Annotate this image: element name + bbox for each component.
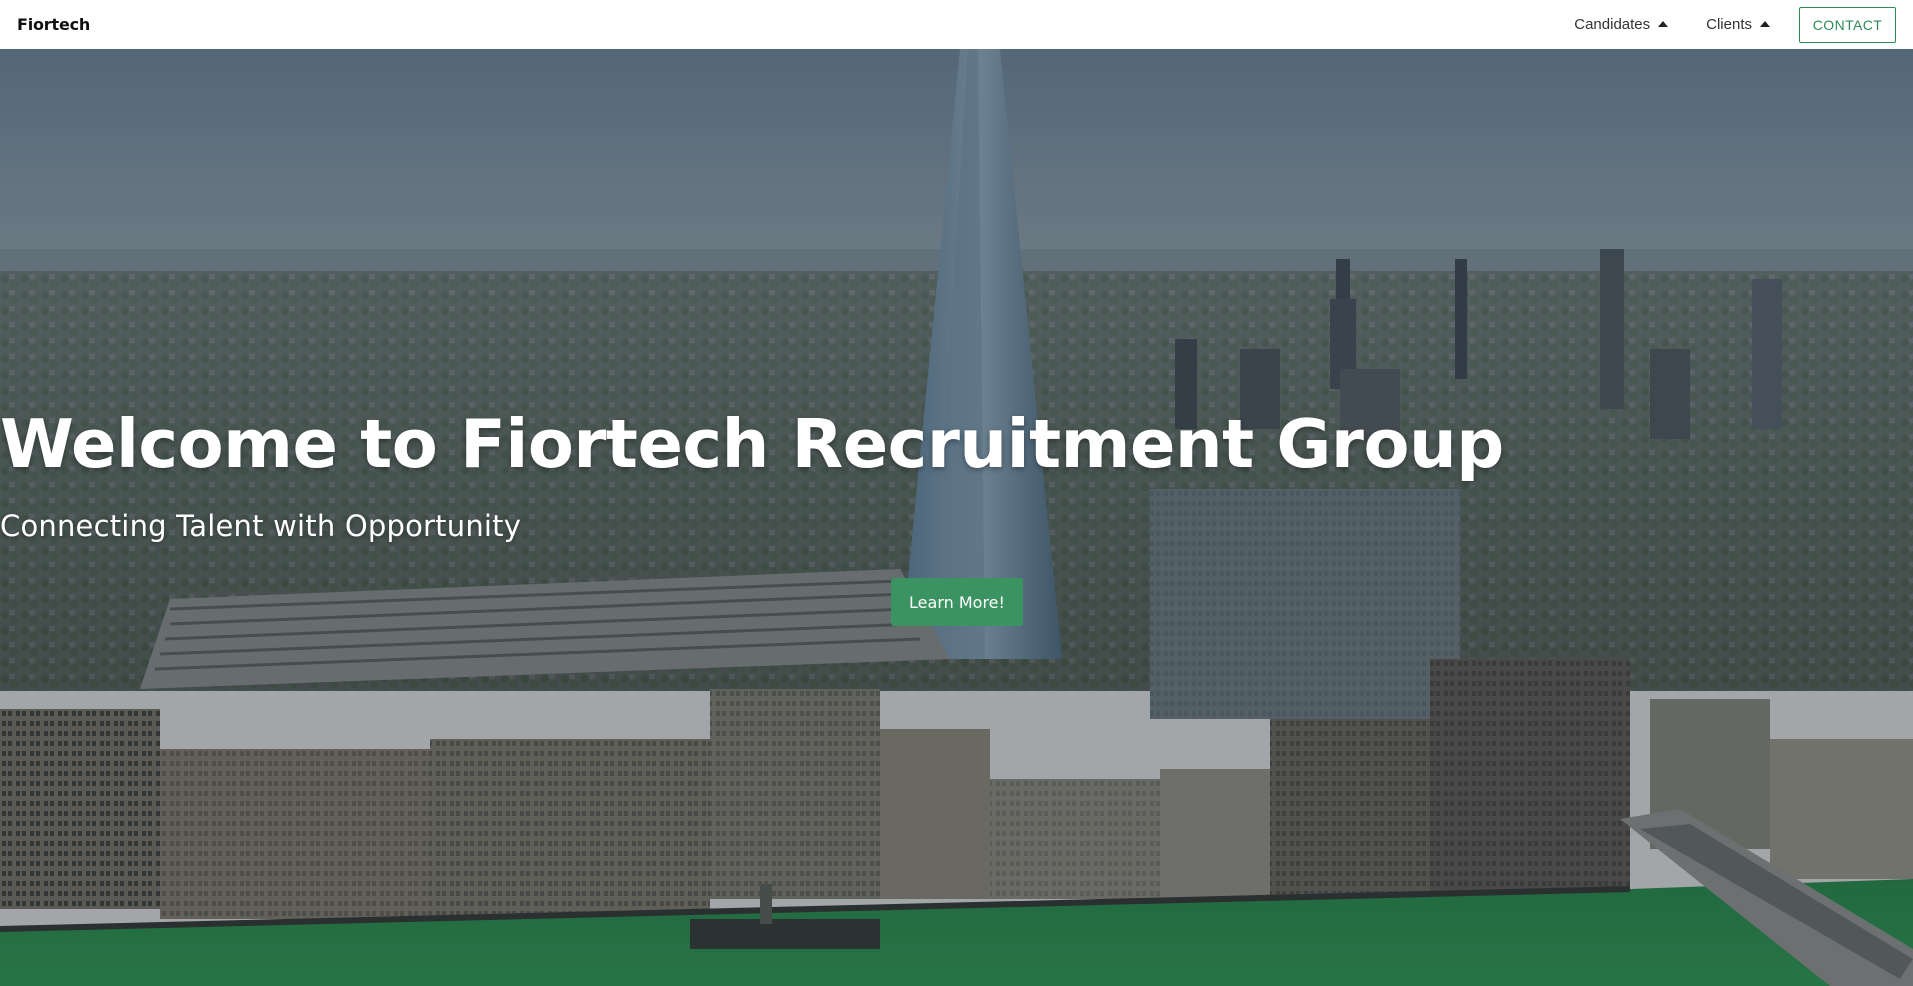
top-navbar: Fiortech Candidates Clients CONTACT xyxy=(0,0,1913,49)
learn-more-button[interactable]: Learn More! xyxy=(891,578,1023,626)
brand-logo[interactable]: Fiortech xyxy=(17,15,90,34)
hero-title: Welcome to Fiortech Recruitment Group xyxy=(0,405,1504,483)
nav-item-candidates-label: Candidates xyxy=(1574,16,1651,33)
nav-menu: Candidates Clients CONTACT xyxy=(1574,0,1896,49)
nav-item-clients[interactable]: Clients xyxy=(1706,16,1770,33)
caret-up-icon xyxy=(1658,21,1669,27)
caret-up-icon xyxy=(1760,21,1770,27)
nav-item-clients-label: Clients xyxy=(1706,16,1752,33)
hero-section: Welcome to Fiortech Recruitment Group Co… xyxy=(0,49,1913,986)
contact-button[interactable]: CONTACT xyxy=(1799,6,1896,43)
nav-item-candidates[interactable]: Candidates xyxy=(1574,16,1669,33)
hero-subtitle: Connecting Talent with Opportunity xyxy=(0,509,522,543)
